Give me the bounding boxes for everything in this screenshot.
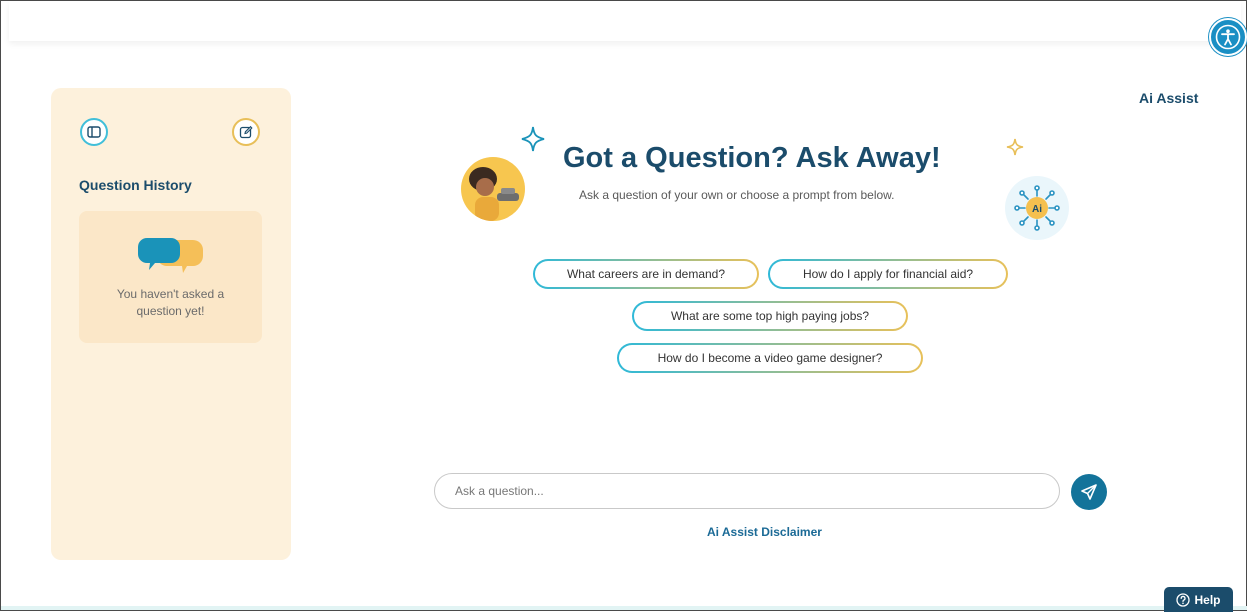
- ai-assist-disclaimer-link[interactable]: Ai Assist Disclaimer: [707, 525, 822, 539]
- accessibility-icon: [1215, 24, 1241, 50]
- sidebar-toggle-button[interactable]: [80, 118, 108, 146]
- sparkle-icon: [521, 126, 545, 152]
- question-input[interactable]: [434, 473, 1060, 509]
- accessibility-button[interactable]: [1209, 18, 1247, 56]
- bottom-strip: [1, 606, 1247, 610]
- help-button[interactable]: Help: [1164, 587, 1233, 612]
- sidebar-toggle-icon: [87, 126, 101, 138]
- edit-icon: [239, 125, 253, 139]
- prompt-chip[interactable]: What are some top high paying jobs?: [632, 301, 908, 331]
- top-bar: [9, 1, 1241, 41]
- empty-history-message: You haven't asked a question yet!: [79, 286, 262, 320]
- prompt-chip[interactable]: How do I apply for financial aid?: [768, 259, 1008, 289]
- prompt-chip[interactable]: How do I become a video game designer?: [617, 343, 923, 373]
- send-icon: [1081, 484, 1097, 500]
- hero-avatar-image: [461, 157, 525, 221]
- page-label: Ai Assist: [1139, 90, 1199, 106]
- hero-subtitle: Ask a question of your own or choose a p…: [579, 188, 895, 202]
- chat-bubbles-icon: [138, 238, 203, 273]
- question-history-sidebar: Question History You haven't asked a que…: [51, 88, 291, 560]
- hero-title: Got a Question? Ask Away!: [563, 142, 941, 174]
- help-label: Help: [1194, 592, 1221, 607]
- sparkle-icon: [1006, 138, 1024, 156]
- question-history-title: Question History: [79, 177, 192, 193]
- ai-chip-icon: Ai: [1014, 185, 1060, 231]
- empty-history-card: You haven't asked a question yet!: [79, 211, 262, 343]
- empty-history-line-2: question yet!: [136, 304, 205, 318]
- prompt-chip[interactable]: What careers are in demand?: [533, 259, 759, 289]
- empty-history-line-1: You haven't asked a: [116, 287, 225, 301]
- help-circle-icon: [1176, 592, 1191, 607]
- new-question-button[interactable]: [232, 118, 260, 146]
- ai-badge-label: Ai: [1032, 204, 1042, 215]
- ai-badge: Ai: [1005, 176, 1069, 240]
- send-button[interactable]: [1071, 474, 1107, 510]
